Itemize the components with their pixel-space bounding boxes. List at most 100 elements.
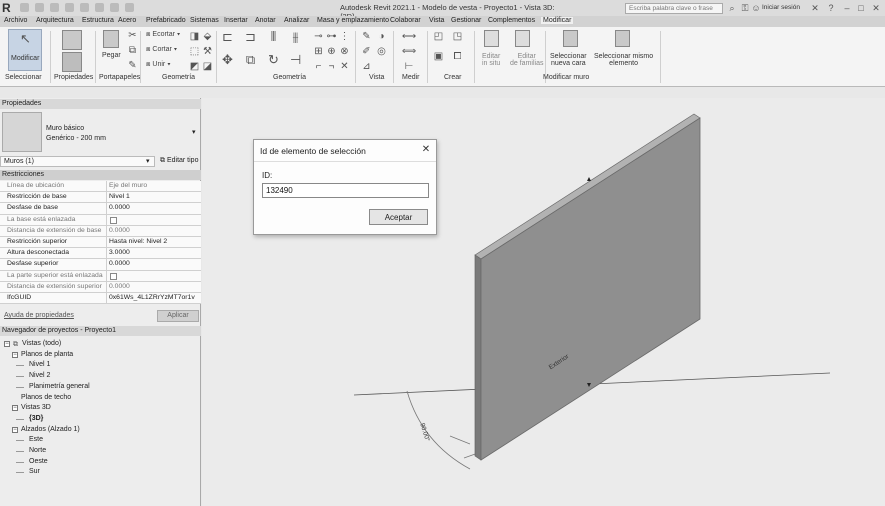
tab-masa-y-emplazamiento[interactable]: Masa y emplazamiento bbox=[317, 17, 389, 24]
property-value[interactable]: Eje del muro bbox=[109, 182, 197, 189]
type-selector-arrow[interactable]: ▾ bbox=[192, 128, 196, 136]
delete-icon[interactable]: ✕ bbox=[339, 61, 350, 72]
tab-anotar[interactable]: Anotar bbox=[255, 17, 276, 24]
search-input[interactable]: Escriba palabra clave o frase bbox=[625, 3, 723, 14]
view-filter-icon[interactable]: ⊿ bbox=[361, 61, 372, 72]
select-same-button[interactable]: Seleccionar mismo elemento bbox=[594, 53, 653, 67]
tree-toggle[interactable]: − bbox=[12, 405, 18, 412]
tab-colaborar[interactable]: Colaborar bbox=[390, 17, 421, 24]
split-face-icon[interactable]: ⬚ bbox=[189, 46, 200, 57]
close-icon[interactable]: ✕ bbox=[871, 3, 881, 13]
redo-icon[interactable] bbox=[80, 3, 89, 12]
join-roof-icon[interactable]: ◩ bbox=[189, 61, 200, 72]
linework-icon[interactable]: ✐ bbox=[361, 46, 372, 57]
cope-button[interactable]: ⧈ Ecortar ▾ bbox=[146, 31, 180, 39]
property-row[interactable]: La base está enlazada bbox=[0, 214, 201, 226]
edit-inplace-icon[interactable] bbox=[484, 30, 499, 47]
join-button[interactable]: ⧈ Unir ▾ bbox=[146, 61, 171, 69]
measure-between-icon[interactable]: ⟷ bbox=[400, 31, 418, 42]
minimize-icon[interactable]: – bbox=[842, 3, 852, 13]
measure-icon[interactable] bbox=[110, 3, 119, 12]
property-row[interactable]: Línea de ubicación Eje del muro bbox=[0, 181, 201, 193]
undo-icon[interactable] bbox=[65, 3, 74, 12]
tree-item[interactable]: Nivel 1 bbox=[29, 361, 50, 368]
property-row[interactable]: Distancia de extensión de base 0.0000 bbox=[0, 225, 201, 237]
edit-type-button[interactable]: ⧉ Editar tipo bbox=[160, 157, 198, 165]
create-group-icon[interactable]: ▣ bbox=[433, 51, 444, 62]
tree-item[interactable]: Vistas 3D bbox=[21, 404, 51, 411]
select-new-face-button[interactable]: Seleccionar nueva cara bbox=[550, 53, 587, 67]
edit-inplace-button[interactable]: Editar in situ bbox=[482, 53, 500, 67]
tab-archivo[interactable]: Archivo bbox=[4, 17, 27, 24]
tree-item[interactable]: Planos de techo bbox=[21, 394, 71, 401]
property-value[interactable]: 0.0000 bbox=[109, 260, 197, 267]
revit-logo[interactable]: R bbox=[2, 1, 18, 15]
pin-icon[interactable]: ⊕ bbox=[326, 46, 337, 57]
constraints-section[interactable]: Restricciones bbox=[0, 170, 201, 180]
measure-element-icon[interactable]: ⟺ bbox=[400, 46, 418, 57]
property-row[interactable]: Distancia de extensión superior 0.0000 bbox=[0, 281, 201, 293]
tree-item[interactable]: Vistas (todo) bbox=[22, 340, 61, 347]
mirror-axis-icon[interactable]: ⫴ bbox=[268, 30, 279, 43]
info-icon[interactable]: ⚿ bbox=[740, 3, 750, 13]
user-icon[interactable]: ☺ bbox=[751, 3, 761, 13]
hide-element-icon[interactable]: ◎ bbox=[376, 46, 387, 57]
exchange-icon[interactable]: ✕ bbox=[810, 3, 820, 13]
edit-family-icon[interactable] bbox=[515, 30, 530, 47]
property-checkbox[interactable] bbox=[110, 216, 117, 224]
tree-item[interactable]: {3D} bbox=[29, 415, 43, 422]
tab-analizar[interactable]: Analizar bbox=[284, 17, 309, 24]
tree-item[interactable]: Norte bbox=[29, 447, 46, 454]
property-row[interactable]: La parte superior está enlazada bbox=[0, 270, 201, 282]
property-checkbox[interactable] bbox=[110, 272, 117, 280]
trim-multi-icon[interactable]: ¬ bbox=[326, 61, 337, 72]
tree-item[interactable]: Este bbox=[29, 436, 43, 443]
split-icon[interactable]: ⊸ bbox=[313, 31, 324, 42]
select-new-face-icon[interactable] bbox=[563, 30, 578, 47]
create-similar-icon[interactable]: ⧠ bbox=[452, 51, 463, 62]
property-value[interactable]: Nivel 1 bbox=[109, 193, 197, 200]
text-icon[interactable] bbox=[125, 3, 134, 12]
tab-vista[interactable]: Vista bbox=[429, 17, 444, 24]
signin-link[interactable]: Iniciar sesión bbox=[762, 4, 800, 11]
dimension-icon[interactable]: ⊢ bbox=[400, 61, 418, 72]
paste-label[interactable]: Pegar bbox=[102, 52, 121, 59]
edit-family-button[interactable]: Editar de familias bbox=[510, 53, 543, 67]
match-type-icon[interactable]: ✎ bbox=[127, 60, 138, 71]
tab-arquitectura[interactable]: Arquitectura bbox=[36, 17, 74, 24]
modify-button[interactable]: ↖ Modificar bbox=[8, 29, 42, 71]
property-row[interactable]: Restricción superior Hasta nivel: Nivel 2 bbox=[0, 237, 201, 249]
move-icon[interactable]: ✥ bbox=[222, 53, 233, 66]
tab-gestionar[interactable]: Gestionar bbox=[451, 17, 481, 24]
property-value[interactable]: 0x61Ws_4L1ZRrYzMT7or1v bbox=[109, 294, 197, 301]
tab-estructura[interactable]: Estructura bbox=[82, 17, 114, 24]
align-icon[interactable]: ⊏ bbox=[222, 30, 233, 43]
property-row[interactable]: IfcGUID 0x61Ws_4L1ZRrYzMT7or1v bbox=[0, 293, 201, 305]
type-properties-icon[interactable] bbox=[62, 52, 82, 72]
instance-filter[interactable]: Muros (1) ▾ bbox=[0, 156, 155, 167]
paste-icon[interactable] bbox=[103, 30, 119, 48]
copy-icon[interactable]: ⧉ bbox=[127, 45, 138, 56]
save-icon[interactable] bbox=[35, 3, 44, 12]
select-same-icon[interactable] bbox=[615, 30, 630, 47]
create-parts-icon[interactable]: ◳ bbox=[452, 31, 463, 42]
tree-item[interactable]: Nivel 2 bbox=[29, 372, 50, 379]
cut-icon[interactable]: ✂ bbox=[127, 30, 138, 41]
cut-geometry-button[interactable]: ⧈ Cortar ▾ bbox=[146, 46, 177, 54]
help-icon[interactable]: ? bbox=[826, 3, 836, 13]
copy-element-icon[interactable]: ⧉ bbox=[245, 53, 256, 66]
tree-item[interactable]: Planos de planta bbox=[21, 351, 73, 358]
demolish-icon[interactable]: ⚒ bbox=[202, 46, 213, 57]
open-icon[interactable] bbox=[20, 3, 29, 12]
tab-prefabricado[interactable]: Prefabricado bbox=[146, 17, 186, 24]
tab-insertar[interactable]: Insertar bbox=[224, 17, 248, 24]
tree-toggle[interactable]: − bbox=[12, 426, 18, 433]
ok-button[interactable]: Aceptar bbox=[369, 209, 428, 225]
property-value[interactable]: 3.0000 bbox=[109, 249, 197, 256]
tree-item[interactable]: Alzados (Alzado 1) bbox=[21, 426, 80, 433]
tab-modificar[interactable]: Modificar bbox=[541, 17, 574, 24]
tab-complementos[interactable]: Complementos bbox=[488, 17, 535, 24]
tree-toggle[interactable]: − bbox=[4, 341, 10, 347]
hide-icon[interactable]: ◑ bbox=[376, 31, 387, 42]
rotate-icon[interactable]: ↻ bbox=[268, 53, 279, 66]
